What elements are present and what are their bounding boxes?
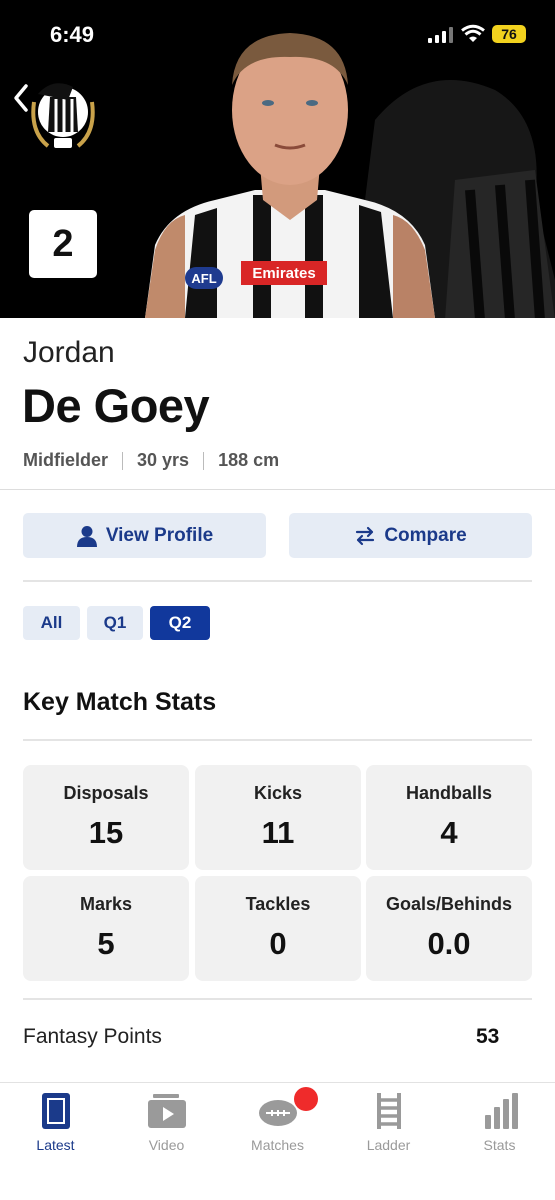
video-icon [147,1094,186,1128]
tab-q2[interactable]: Q2 [150,606,210,640]
nav-matches-label: Matches [251,1137,304,1153]
compare-button[interactable]: Compare [289,513,532,558]
nav-latest[interactable]: Latest [0,1091,111,1161]
status-time: 6:49 [50,22,95,47]
ladder-icon [376,1093,401,1129]
stat-value: 4 [440,815,458,850]
section-divider [23,739,532,741]
fantasy-points-label: Fantasy Points [23,1025,162,1048]
notification-badge [294,1087,318,1111]
nav-stats[interactable]: Stats [444,1091,555,1161]
person-icon [76,525,97,547]
player-hero-banner: AFL Emirates 6:49 76 2 [0,0,555,318]
cellular-signal-icon [428,27,453,43]
player-last-name: De Goey [22,379,210,432]
stat-value: 0 [269,926,287,961]
battery-indicator: 76 [492,25,526,43]
emirates-logo: Emirates [252,265,315,282]
stat-label: Kicks [253,783,303,803]
section-divider [23,580,532,582]
bottom-nav-bar: Latest Video Matches Ladder Stats [0,1082,555,1200]
section-divider [23,998,532,1000]
fantasy-points-value: 53 [476,1025,500,1048]
stat-card-kicks: Kicks 11 [195,765,361,870]
player-position: Midfielder [23,450,109,470]
section-divider [0,489,555,490]
stat-card-disposals: Disposals 15 [23,765,189,870]
latest-icon [41,1093,70,1129]
nav-stats-label: Stats [483,1137,516,1153]
stat-value: 11 [261,815,295,850]
key-match-stats-title: Key Match Stats [23,688,217,716]
stat-card-handballs: Handballs 4 [366,765,532,870]
stat-label: Goals/Behinds [385,894,513,914]
club-logo [31,83,95,148]
stat-label: Disposals [63,783,149,803]
stat-label: Marks [79,894,133,914]
view-profile-label: View Profile [105,524,214,546]
nav-video-label: Video [148,1137,185,1153]
stat-value: 15 [88,815,124,850]
nav-ladder[interactable]: Ladder [333,1091,444,1161]
stat-card-tackles: Tackles 0 [195,876,361,981]
view-profile-button[interactable]: View Profile [23,513,266,558]
nav-latest-label: Latest [36,1137,75,1153]
stat-label: Handballs [405,783,493,803]
stat-value: 0.0 [427,926,471,961]
swap-arrows-icon [356,526,375,545]
stat-value: 5 [97,926,115,961]
player-height: 188 cm [218,450,280,470]
compare-label: Compare [384,524,467,546]
wifi-icon [461,24,485,42]
meta-divider [203,451,205,470]
player-meta: Midfielder 30 yrs 188 cm [23,450,279,471]
player-first-name: Jordan [23,336,115,369]
meta-divider [122,451,124,470]
afl-logo: AFL [191,271,216,286]
nav-ladder-label: Ladder [366,1137,411,1153]
status-bar: 6:49 76 [0,0,555,70]
tab-q1[interactable]: Q1 [87,606,143,640]
stats-icon [484,1093,518,1129]
stat-card-goals-behinds: Goals/Behinds 0.0 [366,876,532,981]
stat-card-marks: Marks 5 [23,876,189,981]
nav-video[interactable]: Video [111,1091,222,1161]
jersey-number: 2 [29,210,97,278]
player-age: 30 yrs [137,450,190,470]
tab-all[interactable]: All [23,606,80,640]
stat-label: Tackles [245,894,311,914]
